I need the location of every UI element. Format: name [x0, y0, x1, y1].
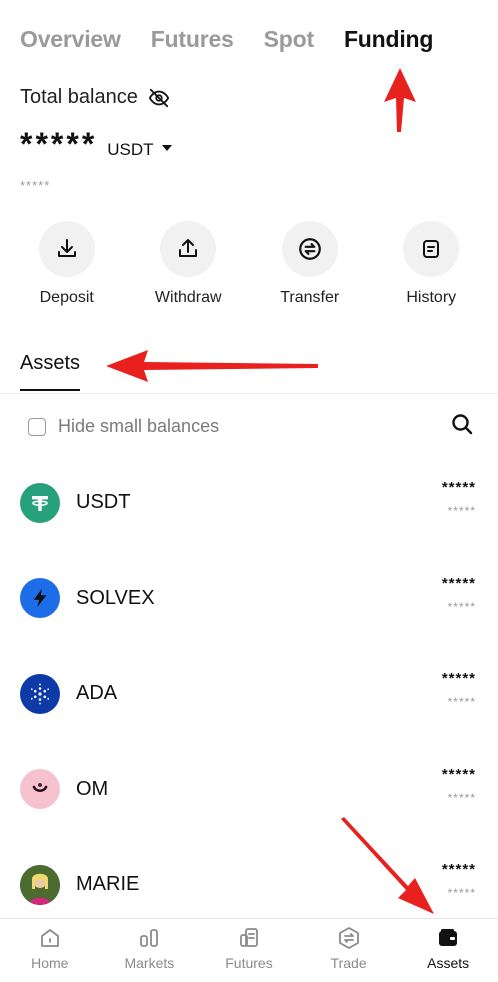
cardano-logo-icon: [20, 673, 60, 714]
asset-balance-secondary: *****: [447, 504, 476, 518]
trade-icon: [336, 925, 362, 951]
asset-balance: *****: [441, 574, 476, 592]
search-icon[interactable]: [450, 412, 474, 441]
transfer-icon: [281, 221, 338, 277]
nav-assets-label: Assets: [427, 955, 470, 971]
nav-markets[interactable]: Markets: [100, 919, 200, 982]
caret-down-icon: [161, 145, 172, 151]
nav-trade[interactable]: Trade: [299, 919, 399, 982]
currency-label: USDT: [107, 140, 154, 159]
nav-futures-label: Futures: [225, 955, 273, 971]
futures-icon: [236, 925, 262, 951]
assets-heading[interactable]: Assets: [20, 352, 81, 391]
asset-name: USDT: [76, 491, 131, 514]
currency-selector[interactable]: USDT: [107, 140, 172, 160]
om-logo-icon: [20, 769, 60, 810]
wallet-icon: [435, 925, 461, 951]
bottom-navigation: Home Markets Futures Trade Assets: [0, 918, 498, 982]
transfer-label: Transfer: [280, 289, 340, 306]
nav-futures[interactable]: Futures: [199, 919, 299, 982]
hide-small-balances-checkbox[interactable]: [28, 417, 46, 436]
tab-funding[interactable]: Funding: [344, 26, 433, 53]
history-icon: [403, 221, 460, 277]
tab-overview[interactable]: Overview: [20, 26, 121, 53]
asset-balance: *****: [441, 670, 476, 687]
withdraw-icon: [160, 221, 217, 277]
tab-futures[interactable]: Futures: [151, 26, 234, 53]
history-label: History: [406, 289, 457, 306]
home-icon: [37, 925, 63, 951]
total-balance-row: Total balance: [20, 86, 170, 109]
annotation-arrow-funding: [384, 68, 416, 132]
total-balance-label: Total balance: [20, 86, 138, 108]
hide-small-balances-toggle[interactable]: Hide small balances: [28, 416, 219, 437]
section-divider: [0, 393, 498, 394]
balance-row: ***** USDT: [20, 126, 172, 163]
history-button[interactable]: History: [376, 221, 486, 307]
asset-name: ADA: [76, 682, 118, 705]
asset-row-usdt[interactable]: USDT ***** *****: [0, 455, 498, 551]
nav-assets[interactable]: Assets: [398, 919, 498, 982]
nav-home-label: Home: [31, 955, 69, 971]
transfer-button[interactable]: Transfer: [255, 221, 365, 307]
asset-list: USDT ***** ***** SOLVEX ***** ***** ADA …: [0, 455, 498, 933]
asset-name: SOLVEX: [76, 586, 155, 609]
asset-row-solvex[interactable]: SOLVEX ***** *****: [0, 551, 498, 647]
withdraw-button[interactable]: Withdraw: [133, 221, 243, 307]
asset-balance-secondary: *****: [447, 790, 476, 805]
total-balance-value: *****: [20, 126, 98, 162]
nav-home[interactable]: Home: [0, 919, 100, 982]
quick-actions: Deposit Withdraw Transfer History: [0, 221, 498, 307]
account-tabs: Overview Futures Spot Funding: [20, 26, 478, 53]
asset-balance-secondary: *****: [447, 599, 476, 614]
annotation-arrow-assets: [106, 350, 318, 382]
deposit-label: Deposit: [39, 289, 94, 306]
asset-row-ada[interactable]: ADA ***** *****: [0, 646, 498, 742]
nav-markets-label: Markets: [124, 955, 175, 971]
solvex-logo-icon: [20, 578, 60, 619]
asset-filter-row: Hide small balances: [28, 412, 474, 441]
eye-hidden-icon[interactable]: [148, 87, 170, 109]
hide-small-balances-label: Hide small balances: [58, 416, 220, 436]
asset-name: OM: [76, 777, 109, 800]
asset-balance-secondary: *****: [447, 695, 476, 709]
usdt-logo-icon: [20, 482, 60, 523]
asset-balance: *****: [441, 479, 476, 496]
nav-trade-label: Trade: [330, 955, 367, 971]
asset-row-om[interactable]: OM ***** *****: [0, 742, 498, 838]
deposit-button[interactable]: Deposit: [12, 221, 122, 307]
asset-name: MARIE: [76, 873, 140, 896]
asset-balance-secondary: *****: [447, 886, 476, 900]
deposit-icon: [38, 221, 95, 277]
withdraw-label: Withdraw: [154, 289, 222, 306]
balance-secondary-value: *****: [20, 178, 51, 193]
asset-balance: *****: [441, 861, 476, 878]
tab-spot[interactable]: Spot: [264, 26, 315, 53]
markets-icon: [136, 925, 162, 951]
marie-logo-icon: [20, 864, 60, 905]
asset-balance: *****: [441, 765, 476, 783]
